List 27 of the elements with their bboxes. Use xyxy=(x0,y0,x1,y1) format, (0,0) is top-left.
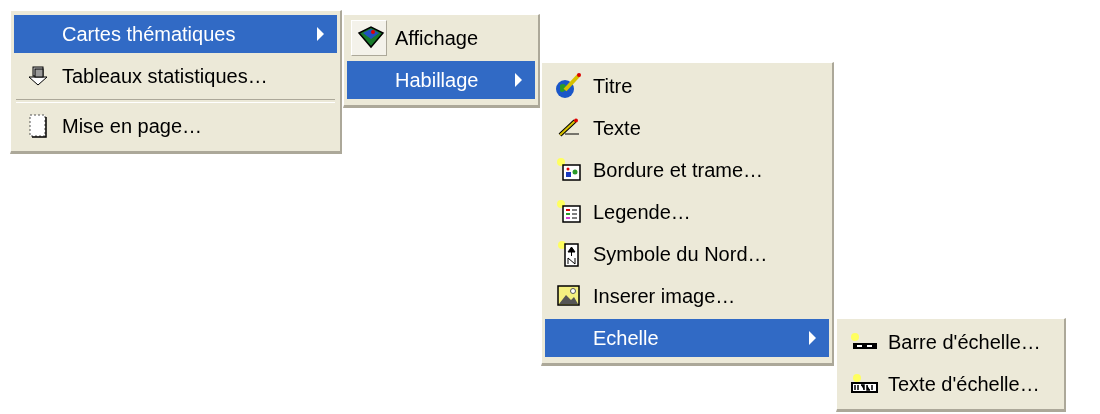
frame-icon xyxy=(556,157,582,183)
menu-item[interactable]: Texte xyxy=(545,107,829,149)
menu-item[interactable]: Habillage xyxy=(347,61,535,99)
menu-item[interactable]: Echelle xyxy=(545,319,829,357)
menu-item[interactable]: Barre d'échelle… xyxy=(840,321,1061,363)
image-icon xyxy=(556,284,582,308)
menu-item[interactable]: Mise en page… xyxy=(14,105,337,147)
menu-item[interactable]: Tableaux statistiques… xyxy=(14,55,337,97)
menu-item[interactable]: Titre xyxy=(545,65,829,107)
menu-item[interactable]: Bordure et trame… xyxy=(545,149,829,191)
submenu-arrow-icon xyxy=(808,330,817,346)
menu-item[interactable]: Inserer image… xyxy=(545,275,829,317)
menu-item[interactable]: Symbole du Nord… xyxy=(545,233,829,275)
menu-item[interactable]: Texte d'échelle… xyxy=(840,363,1061,405)
north-arrow-icon xyxy=(557,240,581,268)
menu-item[interactable]: Legende… xyxy=(545,191,829,233)
table-stack-icon xyxy=(27,65,49,87)
submenu-arrow-icon xyxy=(316,26,325,42)
page-icon xyxy=(28,113,48,139)
scale-text-icon xyxy=(849,373,879,395)
globe-pen-icon xyxy=(555,72,583,100)
menu-item[interactable]: Cartes thématiques xyxy=(14,15,337,53)
menu-item[interactable]: Affichage xyxy=(347,17,535,59)
pen-icon xyxy=(557,118,581,138)
legend-icon xyxy=(556,199,582,225)
submenu-arrow-icon xyxy=(514,72,523,88)
map-icon xyxy=(357,25,385,51)
